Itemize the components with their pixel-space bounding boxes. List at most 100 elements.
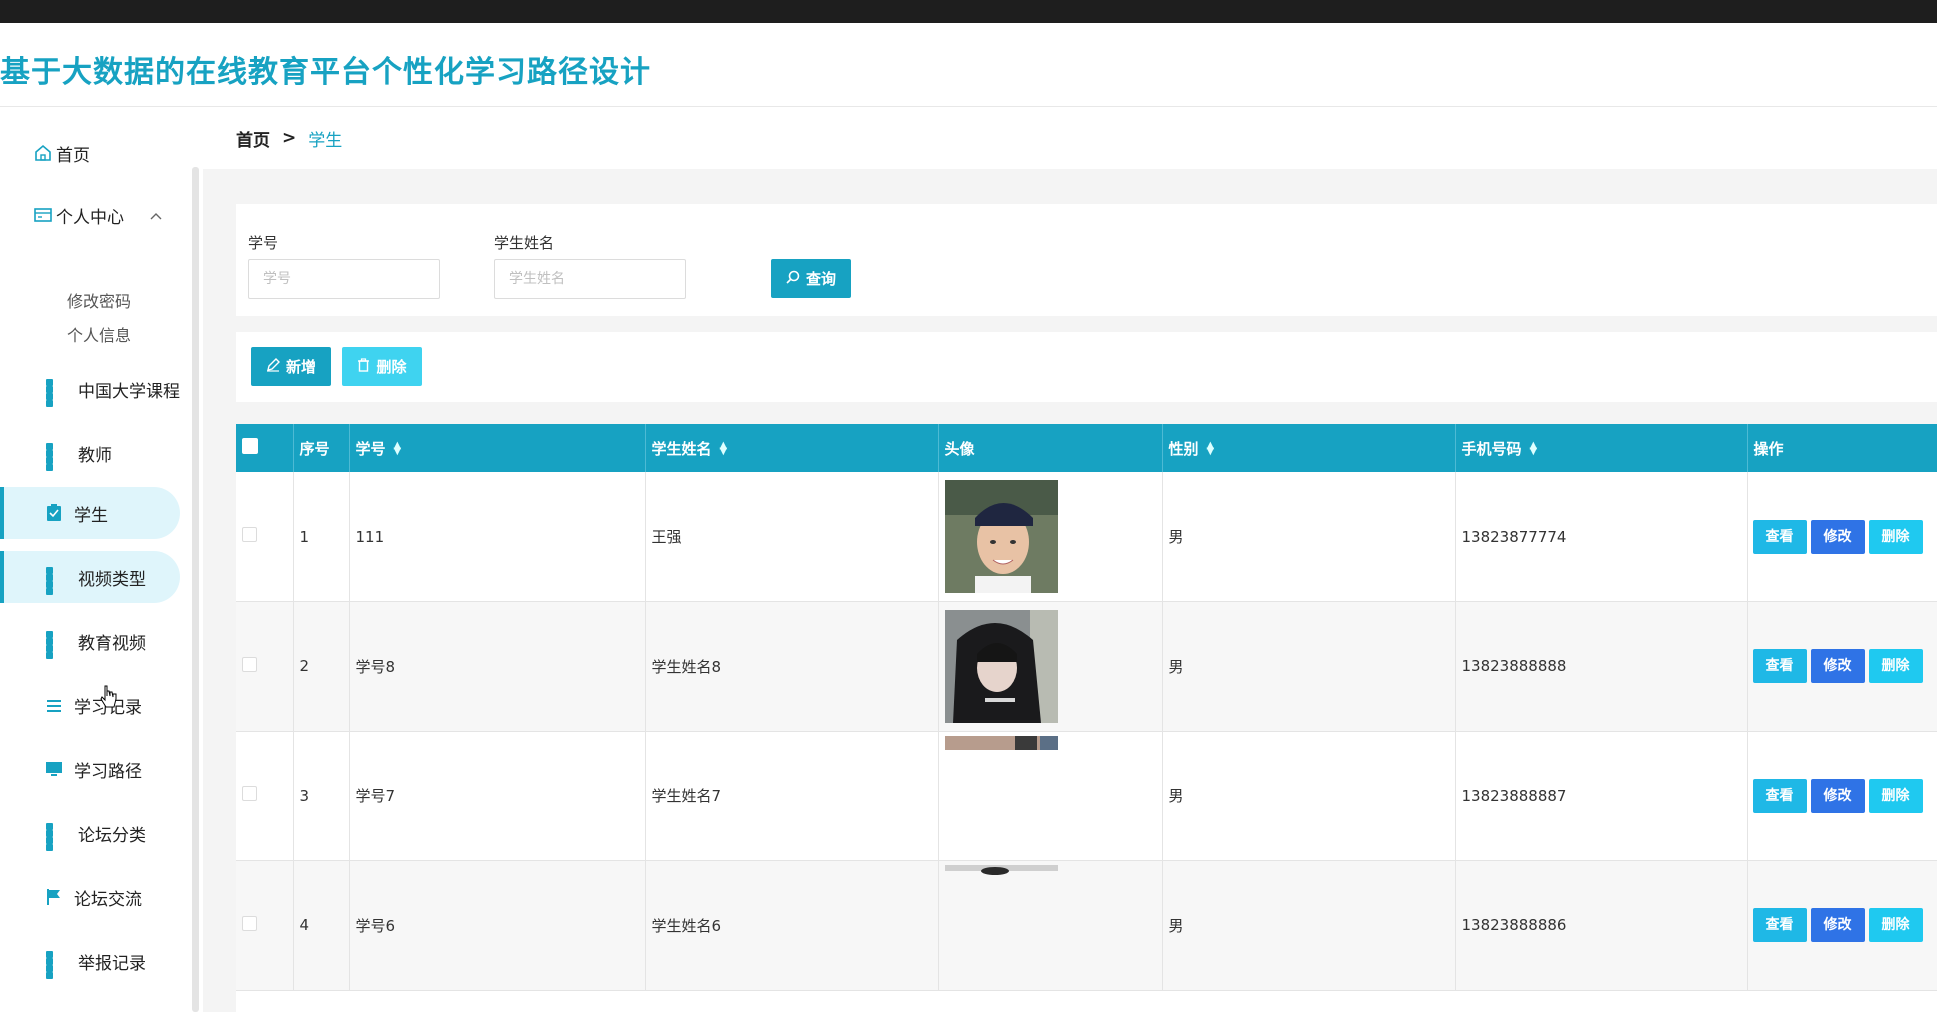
sidebar-item-home[interactable]: 首页 xyxy=(34,127,184,179)
column-header-label: 性别 xyxy=(1168,439,1199,458)
column-header-student-id[interactable]: 学号 ▲ ▼ xyxy=(349,424,646,472)
list-icon xyxy=(46,698,62,712)
view-button[interactable]: 查看 xyxy=(1752,908,1807,943)
sidebar-item-education-videos[interactable]: 教育视频 xyxy=(46,615,196,667)
monitor-icon xyxy=(46,761,62,777)
cell-student-name: 学生姓名7 xyxy=(645,731,939,861)
sidebar-item-learning-paths[interactable]: 学习路径 xyxy=(46,743,196,795)
cell-phone: 13823888887 xyxy=(1455,731,1748,861)
select-all-checkbox[interactable] xyxy=(236,424,294,472)
delete-button[interactable]: 删除 xyxy=(1868,649,1923,684)
sidebar-subitem-personal-info[interactable]: 个人信息 xyxy=(67,322,131,346)
edit-button[interactable]: 修改 xyxy=(1810,908,1865,943)
edit-button[interactable]: 修改 xyxy=(1810,649,1865,684)
cell-index: 1 xyxy=(293,472,350,602)
view-button[interactable]: 查看 xyxy=(1752,649,1807,684)
sort-icon[interactable]: ▲ ▼ xyxy=(1530,441,1538,457)
sidebar-item-forum-categories[interactable]: 论坛分类 xyxy=(46,807,196,859)
column-header-gender[interactable]: 性别 ▲ ▼ xyxy=(1162,424,1456,472)
row-checkbox-cell[interactable] xyxy=(236,731,294,861)
checkbox-icon[interactable] xyxy=(242,915,257,931)
cell-phone: 13823877774 xyxy=(1455,472,1748,602)
sidebar-item-label: 教育视频 xyxy=(78,633,146,654)
cell-student-name: 学生姓名6 xyxy=(645,860,939,991)
students-table: 序号 学号 ▲ ▼ 学生姓名 ▲ ▼ 头像 性别 ▲ ▼ 手机号码 ▲ ▼ 操作 1 111 王… xyxy=(236,424,1937,1012)
checkbox-icon[interactable] xyxy=(242,527,257,542)
cell-phone: 13823888888 xyxy=(1455,601,1748,732)
chevron-up-icon xyxy=(150,205,162,225)
cell-index: 2 xyxy=(293,601,350,732)
sort-icon[interactable]: ▲ ▼ xyxy=(720,441,728,457)
column-header-student-name[interactable]: 学生姓名 ▲ ▼ xyxy=(645,424,939,472)
search-button[interactable]: 查询 xyxy=(771,259,851,298)
student-name-input[interactable] xyxy=(494,259,686,299)
breadcrumb-current: 学生 xyxy=(308,130,343,151)
table-row: 3 学号7 学生姓名7 男 13823888887 查看 修改 删除 xyxy=(236,731,1937,861)
sidebar-item-students[interactable]: 学生 xyxy=(0,487,180,539)
table-row: 2 学号8 学生姓名8 男 13823888888 查看 修改 删除 xyxy=(236,601,1937,732)
column-header-avatar: 头像 xyxy=(938,424,1163,472)
avatar xyxy=(944,865,1058,875)
column-header-label: 学号 xyxy=(355,439,386,458)
sidebar-item-china-university-courses[interactable]: 中国大学课程 xyxy=(46,363,196,415)
search-button-label: 查询 xyxy=(805,270,836,288)
delete-button[interactable]: 删除 xyxy=(1868,519,1923,554)
edit-button[interactable]: 修改 xyxy=(1810,778,1865,813)
sidebar-item-learning-records[interactable]: 学习记录 xyxy=(46,679,196,731)
cell-avatar xyxy=(938,731,1163,861)
edit-button[interactable]: 修改 xyxy=(1810,519,1865,554)
checkbox-icon xyxy=(242,438,258,454)
student-id-input[interactable] xyxy=(248,259,440,299)
cell-avatar xyxy=(938,601,1163,732)
breadcrumb-home[interactable]: 首页 xyxy=(236,126,270,151)
column-header-index: 序号 xyxy=(293,424,350,472)
sidebar-item-label: 首页 xyxy=(56,145,90,166)
sidebar-item-label: 论坛分类 xyxy=(78,825,146,846)
breadcrumb: 首页 > 学生 xyxy=(203,107,1937,169)
table-row: 1 111 王强 男 13823877774 查看 修改 删除 xyxy=(236,472,1937,602)
cell-student-id: 学号6 xyxy=(349,860,646,991)
cell-index: 3 xyxy=(293,731,350,861)
checkbox-icon[interactable] xyxy=(242,786,257,802)
batch-delete-button[interactable]: 删除 xyxy=(342,347,422,386)
delete-button[interactable]: 删除 xyxy=(1868,778,1923,813)
cell-gender: 男 xyxy=(1162,601,1456,732)
sidebar-item-forum-discussion[interactable]: 论坛交流 xyxy=(46,871,196,923)
checkbox-icon[interactable] xyxy=(242,656,257,672)
cell-avatar xyxy=(938,860,1163,991)
sidebar-item-report-records[interactable]: 举报记录 xyxy=(46,935,196,987)
column-header-label: 序号 xyxy=(299,439,330,458)
row-checkbox-cell[interactable] xyxy=(236,860,294,991)
sort-icon[interactable]: ▲ ▼ xyxy=(394,441,402,457)
sidebar-item-video-types[interactable]: 视频类型 xyxy=(0,551,180,603)
cell-gender: 男 xyxy=(1162,860,1456,991)
view-button[interactable]: 查看 xyxy=(1752,519,1807,554)
column-header-phone[interactable]: 手机号码 ▲ ▼ xyxy=(1455,424,1748,472)
sidebar-item-personal-center[interactable]: 个人中心 xyxy=(34,189,184,241)
table-row: 4 学号6 学生姓名6 男 13823888886 查看 修改 删除 xyxy=(236,860,1937,991)
sidebar: 首页 个人中心 修改密码 个人信息 中国大学课程 教师 学生 视频类型 教育视频 xyxy=(0,107,203,1012)
cell-actions: 查看 修改 删除 xyxy=(1747,601,1937,732)
grid-icon xyxy=(46,379,66,407)
view-button[interactable]: 查看 xyxy=(1752,778,1807,813)
avatar xyxy=(944,480,1058,593)
action-panel: 新增 删除 xyxy=(236,332,1937,402)
sidebar-item-label: 中国大学课程 xyxy=(78,381,180,402)
delete-button[interactable]: 删除 xyxy=(1868,908,1923,943)
add-button-label: 新增 xyxy=(285,358,316,376)
sidebar-item-label: 举报记录 xyxy=(78,953,146,974)
sort-icon[interactable]: ▲ ▼ xyxy=(1207,441,1215,457)
cell-actions: 查看 修改 删除 xyxy=(1747,731,1937,861)
add-button[interactable]: 新增 xyxy=(251,347,331,386)
sidebar-subitem-change-password[interactable]: 修改密码 xyxy=(67,288,131,312)
cell-actions: 查看 修改 删除 xyxy=(1747,860,1937,991)
home-icon xyxy=(34,144,52,162)
clipboard-icon xyxy=(46,504,62,522)
row-checkbox-cell[interactable] xyxy=(236,472,294,602)
cell-phone: 13823888886 xyxy=(1455,860,1748,991)
cell-student-id: 学号7 xyxy=(349,731,646,861)
sidebar-item-label: 学习路径 xyxy=(74,761,142,782)
sidebar-item-teachers[interactable]: 教师 xyxy=(46,427,196,479)
row-checkbox-cell[interactable] xyxy=(236,601,294,732)
column-header-actions: 操作 xyxy=(1747,424,1937,472)
